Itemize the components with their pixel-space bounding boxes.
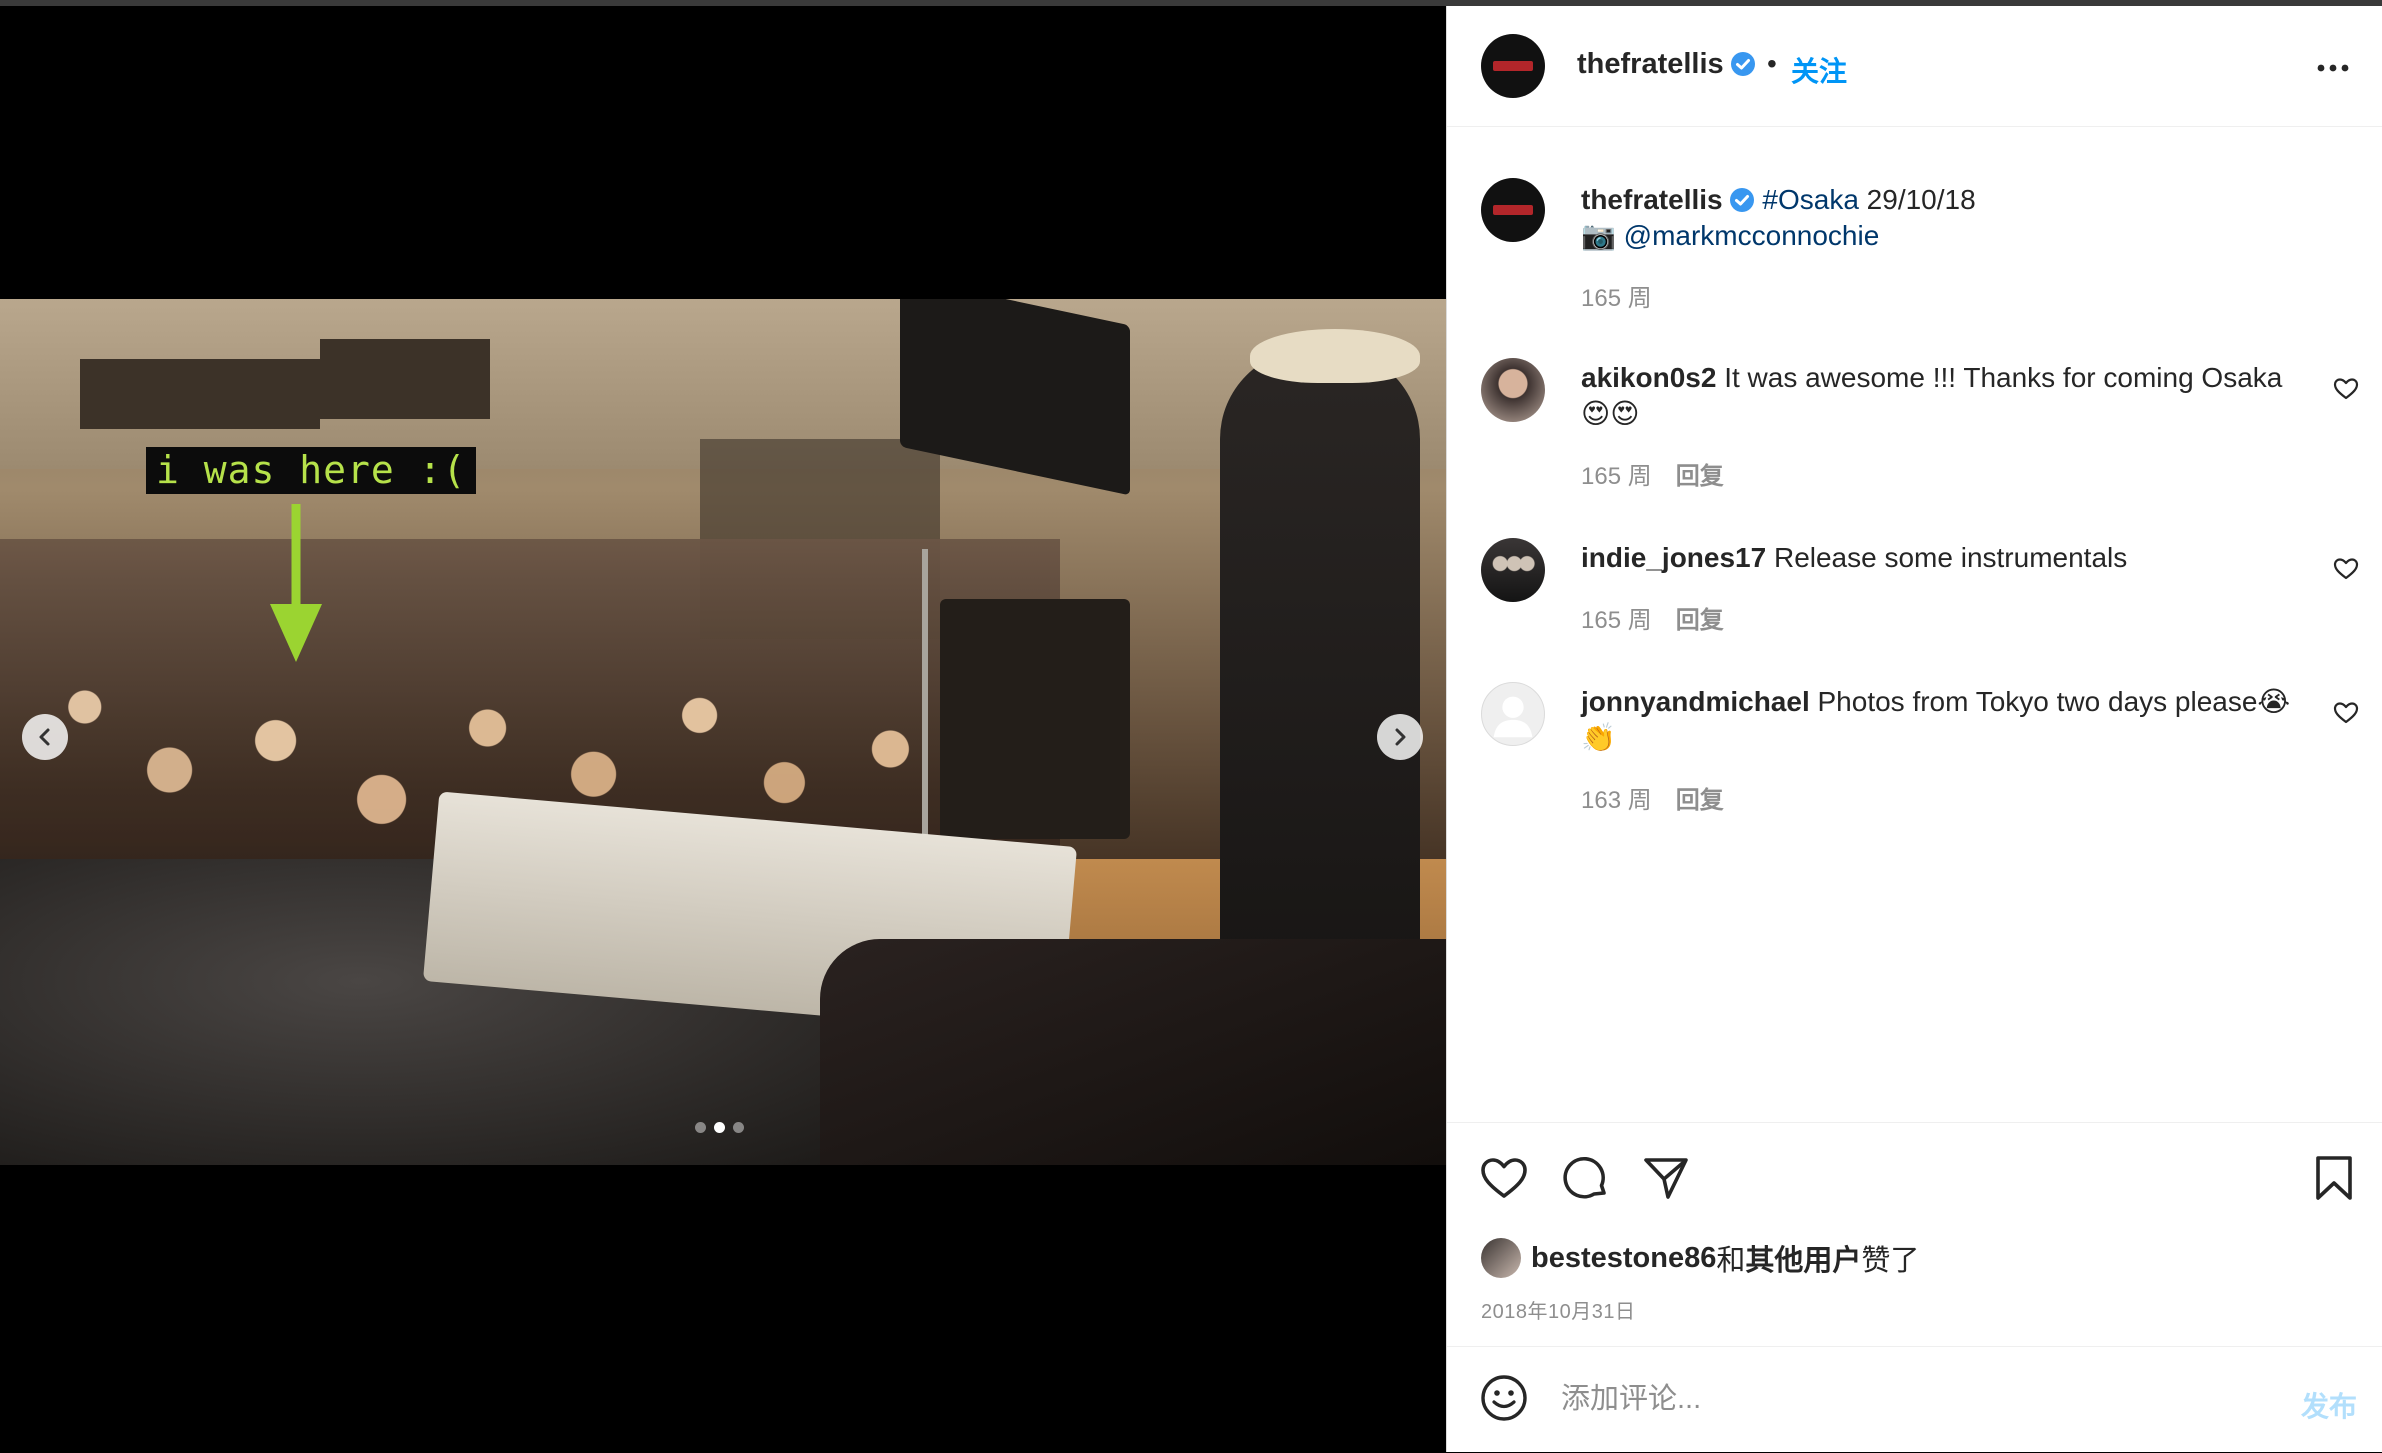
chevron-left-icon (39, 728, 50, 746)
comment-username[interactable]: indie_jones17 (1581, 542, 1766, 573)
heart-icon[interactable] (2333, 700, 2359, 726)
post-comment-button[interactable]: 发布 (2301, 1385, 2357, 1425)
amplifier (940, 599, 1130, 839)
camera-emoji: 📷 (1581, 220, 1624, 251)
comment-time[interactable]: 165 周 (1581, 607, 1652, 634)
commenter-avatar[interactable] (1481, 358, 1545, 422)
chevron-right-icon (1395, 728, 1406, 746)
caption-username[interactable]: thefratellis (1581, 184, 1723, 215)
heart-icon[interactable] (2333, 376, 2359, 402)
comments-section: thefratellis #Osaka 29/10/18 📷 @markmcco… (1447, 126, 2382, 1126)
post-header: thefratellis • 关注 (1447, 6, 2382, 127)
comment-time[interactable]: 165 周 (1581, 463, 1652, 490)
author-avatar[interactable] (1481, 178, 1545, 242)
post-photo (0, 299, 1446, 1165)
slide-dot (733, 1122, 744, 1133)
next-slide-button[interactable] (1377, 714, 1423, 760)
verified-badge-icon (1730, 52, 1755, 76)
slide-dot (695, 1122, 706, 1133)
post-media: i was here :( (0, 6, 1446, 1452)
comment-time[interactable]: 163 周 (1581, 787, 1652, 814)
comment-username[interactable]: akikon0s2 (1581, 362, 1716, 393)
add-comment-bar: 发布 (1447, 1346, 2382, 1453)
author-avatar[interactable] (1481, 34, 1545, 98)
hashtag-link[interactable]: #Osaka (1762, 184, 1859, 215)
bookmark-icon[interactable] (2309, 1153, 2359, 1203)
post-date: 2018年10月31日 (1481, 1301, 1636, 1323)
commenter-avatar[interactable] (1481, 538, 1545, 602)
heart-icon[interactable] (2333, 556, 2359, 582)
stage-monitor (820, 939, 1446, 1165)
more-options-icon[interactable] (2313, 48, 2353, 88)
performer-hat (1250, 329, 1420, 383)
comment-text: Release some instrumentals (1766, 542, 2128, 573)
caption-date-text: 29/10/18 (1858, 184, 1976, 215)
reply-button[interactable]: 回复 (1676, 787, 1724, 814)
caption-time[interactable]: 165 周 (1581, 285, 1652, 312)
verified-badge-icon (1729, 188, 1754, 212)
reply-button[interactable]: 回复 (1676, 463, 1724, 490)
liker-username[interactable]: bestestone86 (1531, 1242, 1716, 1275)
likes-others-link[interactable]: 其他用户 (1745, 1237, 1861, 1279)
like-heart-icon[interactable] (1479, 1153, 1529, 1203)
comment-username[interactable]: jonnyandmichael (1581, 686, 1810, 717)
slide-indicator (695, 1122, 744, 1133)
liker-avatar[interactable] (1481, 1238, 1521, 1278)
commenter-avatar[interactable] (1481, 682, 1545, 746)
header-separator: • (1767, 48, 1777, 79)
emoji-icon[interactable] (1479, 1373, 1529, 1423)
mention-link[interactable]: @markmcconnochie (1624, 220, 1880, 251)
annotation-arrow-icon (270, 504, 322, 662)
author-username[interactable]: thefratellis (1577, 48, 1756, 81)
annotation-label: i was here :( (146, 447, 477, 494)
previous-slide-button[interactable] (22, 714, 68, 760)
slide-dot-active (714, 1122, 725, 1133)
post-side-panel: thefratellis • 关注 thefratellis #Osaka 29… (1446, 6, 2382, 1452)
comment-icon[interactable] (1561, 1153, 1611, 1203)
follow-button[interactable]: 关注 (1791, 50, 1847, 90)
default-avatar-icon (1493, 696, 1533, 738)
add-comment-input[interactable] (1559, 1371, 2243, 1427)
reply-button[interactable]: 回复 (1676, 607, 1724, 634)
likes-summary: bestestone86 和 其他用户 赞了 (1481, 1237, 1919, 1279)
share-icon[interactable] (1641, 1153, 1691, 1203)
